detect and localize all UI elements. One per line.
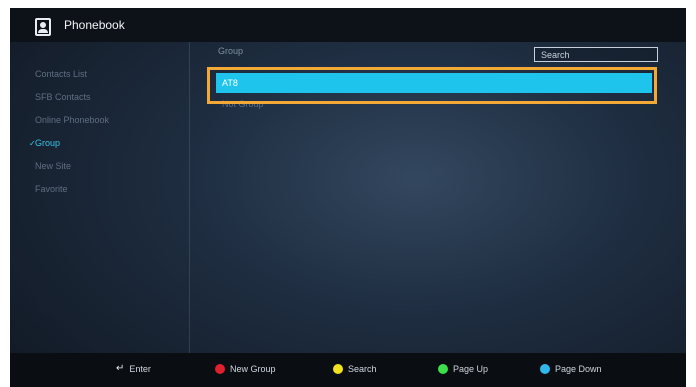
blue-dot-icon [540,364,550,374]
sidebar-item-new-site[interactable]: New Site [35,161,71,171]
red-dot-icon [215,364,225,374]
hint-page-up[interactable]: Page Up [438,364,488,374]
hint-label: Enter [129,364,151,374]
hint-label: New Group [230,364,276,374]
sidebar-item-sfb-contacts[interactable]: SFB Contacts [35,92,91,102]
app-title: Phonebook [64,18,125,32]
content-header: Group [218,46,244,56]
sidebar: Contacts List SFB Contacts Online Phoneb… [10,42,190,353]
sidebar-item-favorite[interactable]: Favorite [35,184,68,194]
sidebar-item-online-phonebook[interactable]: Online Phonebook [35,115,109,125]
contact-book-icon [35,18,51,36]
footer-hint-bar: ↵ Enter New Group Search Page Up Page Do… [10,353,686,387]
search-input[interactable] [534,47,658,62]
list-item-at8[interactable]: AT8 [216,73,652,93]
enter-icon: ↵ [116,363,125,374]
hint-page-down[interactable]: Page Down [540,364,602,374]
sidebar-item-contacts-list[interactable]: Contacts List [35,69,87,79]
hint-label: Search [348,364,377,374]
hint-new-group[interactable]: New Group [215,364,276,374]
hint-search[interactable]: Search [333,364,377,374]
title-bar: Phonebook [10,8,686,42]
hint-label: Page Down [555,364,602,374]
yellow-dot-icon [333,364,343,374]
green-dot-icon [438,364,448,374]
hint-label: Page Up [453,364,489,374]
list-item-not-group[interactable]: Not Group [216,98,652,110]
phonebook-screen: Phonebook Contacts List SFB Contacts Onl… [10,8,686,387]
hint-enter[interactable]: ↵ Enter [116,363,151,375]
sidebar-item-group[interactable]: Group [35,138,60,148]
